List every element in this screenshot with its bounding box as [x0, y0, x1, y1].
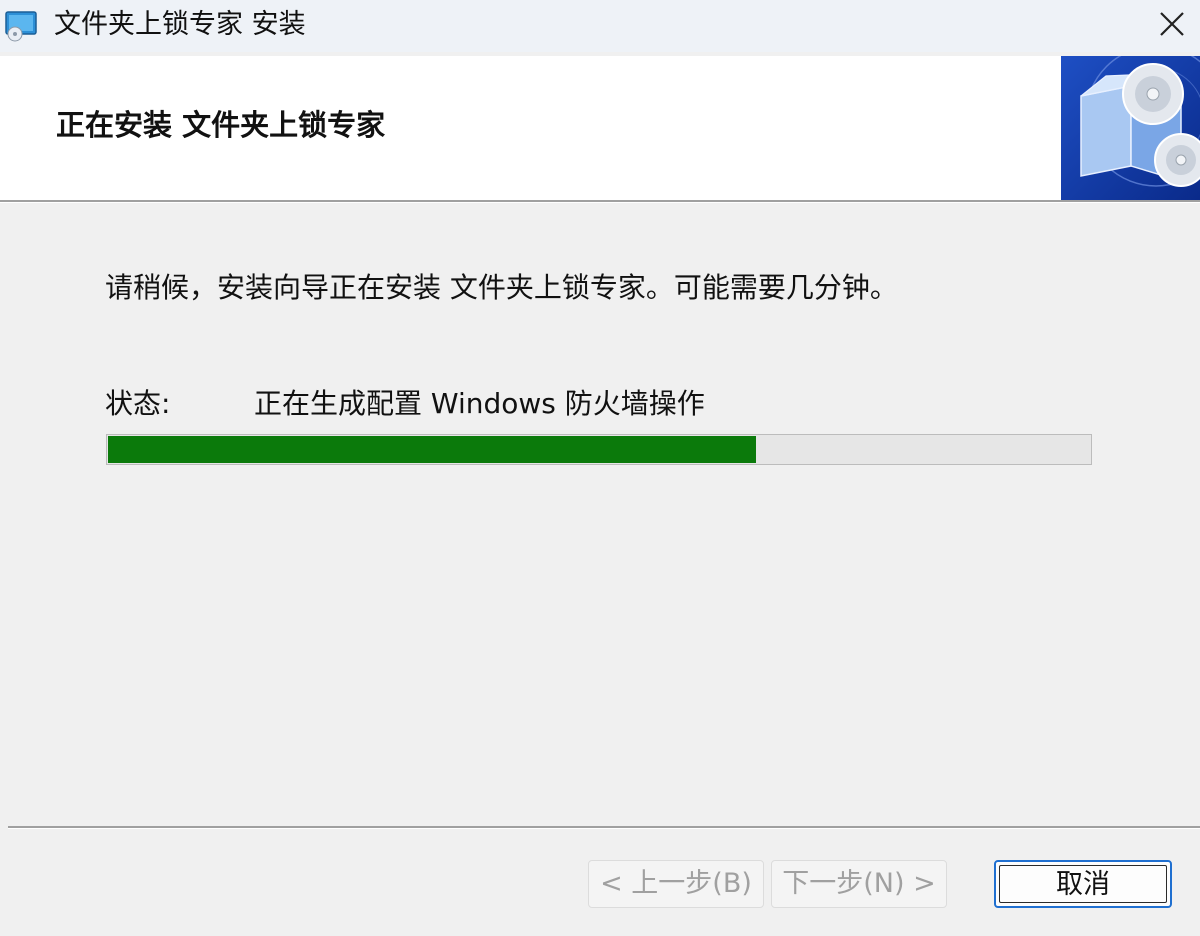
- banner-divider: [0, 200, 1200, 203]
- status-label: 状态:: [105, 387, 171, 420]
- footer-divider: [8, 826, 1200, 829]
- back-button[interactable]: < 上一步(B): [588, 860, 764, 908]
- page-title: 正在安装 文件夹上锁专家: [56, 108, 386, 142]
- window-title: 文件夹上锁专家 安装: [54, 9, 306, 40]
- header-banner: 正在安装 文件夹上锁专家: [0, 45, 1200, 200]
- wait-message: 请稍候，安装向导正在安装 文件夹上锁专家。可能需要几分钟。: [105, 271, 898, 304]
- progress-bar: [106, 434, 1092, 465]
- progress-bar-fill: [108, 436, 756, 463]
- next-button[interactable]: 下一步(N) >: [771, 860, 947, 908]
- title-bar: 文件夹上锁专家 安装: [0, 0, 1200, 52]
- close-icon: [1158, 10, 1186, 42]
- cancel-button[interactable]: 取消: [994, 860, 1172, 908]
- close-button[interactable]: [1144, 0, 1200, 52]
- installer-cd-icon: [4, 10, 38, 42]
- status-value: 正在生成配置 Windows 防火墙操作: [254, 387, 705, 420]
- installer-window: 文件夹上锁专家 安装 正在安装 文件夹上锁专家 请稍候，安装向导正在安装 文件夹…: [0, 0, 1200, 936]
- installer-disc-box-graphic: [1061, 45, 1200, 200]
